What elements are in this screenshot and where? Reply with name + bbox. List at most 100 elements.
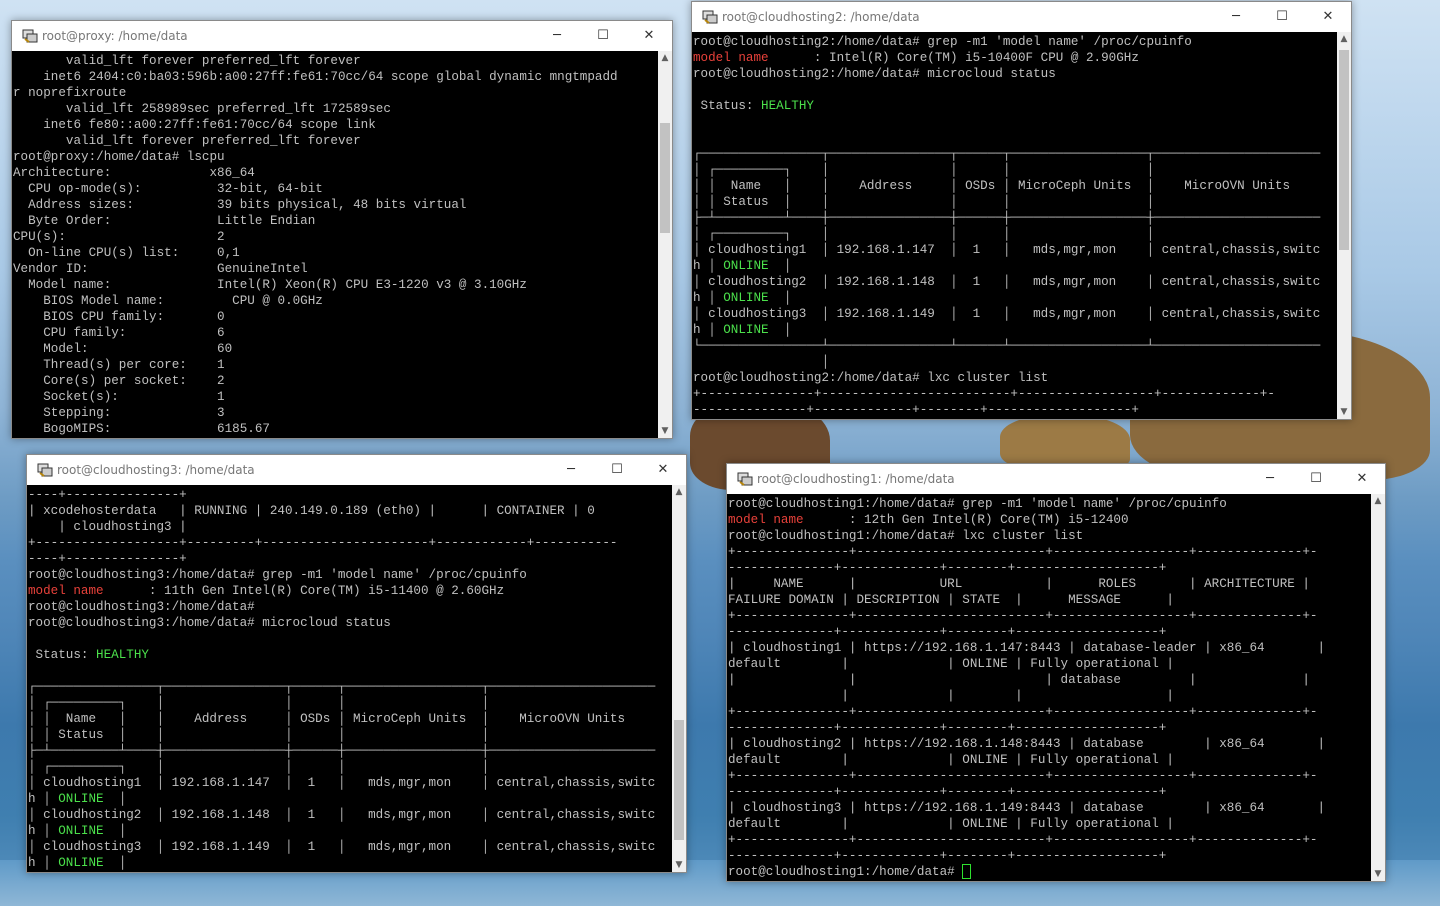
scroll-down-icon[interactable]: ▼ <box>1337 405 1351 419</box>
terminal-line: Status: HEALTHY <box>693 98 1337 114</box>
minimize-button[interactable]: ─ <box>1247 464 1293 494</box>
terminal-window-cloudhosting2[interactable]: root@cloudhosting2: /home/data ─ ☐ ✕ roo… <box>691 1 1352 420</box>
terminal-line: Vendor ID: GenuineIntel <box>13 261 658 277</box>
terminal-line: FAILURE DOMAIN | DESCRIPTION | STATE | M… <box>728 592 1371 608</box>
maximize-button[interactable]: ☐ <box>1293 464 1339 494</box>
close-button[interactable]: ✕ <box>1339 464 1385 494</box>
minimize-button[interactable]: ─ <box>548 455 594 485</box>
terminal-text: ├─┴─────────┴────┼────────────────┼─────… <box>28 744 656 758</box>
scrollbar-thumb[interactable] <box>660 123 670 233</box>
terminal-line: | xcodehosterdata | RUNNING | 240.149.0.… <box>28 503 672 519</box>
terminal-text: Model name: Intel(R) Xeon(R) CPU E3-1220… <box>13 278 527 292</box>
terminal-text: FAILURE DOMAIN | DESCRIPTION | STATE | M… <box>728 593 1174 607</box>
terminal-text: ├─┴─────────┴────┼────────────────┼─────… <box>693 211 1321 225</box>
terminal-text: │ cloudhosting3 │ 192.168.1.149 │ 1 │ md… <box>28 840 656 854</box>
terminal-text: root@cloudhosting1:/home/data# grep -m1 … <box>728 497 1227 511</box>
terminal-window-cloudhosting1[interactable]: root@cloudhosting1: /home/data ─ ☐ ✕ roo… <box>726 463 1386 882</box>
wallpaper-rock-mid <box>1000 415 1130 470</box>
scroll-up-icon[interactable]: ▲ <box>1371 494 1385 508</box>
scrollbar[interactable]: ▲ ▼ <box>658 51 672 438</box>
title-bar[interactable]: root@cloudhosting1: /home/data ─ ☐ ✕ <box>727 464 1385 494</box>
title-bar[interactable]: root@cloudhosting2: /home/data ─ ☐ ✕ <box>692 2 1351 32</box>
terminal-text: r noprefixroute <box>13 86 127 100</box>
terminal-text: Core(s) per socket: 2 <box>13 374 225 388</box>
maximize-button[interactable]: ☐ <box>1259 2 1305 32</box>
scrollbar[interactable]: ▲ ▼ <box>672 485 686 872</box>
scroll-up-icon[interactable]: ▲ <box>672 485 686 499</box>
terminal-line: │ │ Name │ │ Address │ OSDs │ MicroCeph … <box>693 178 1337 194</box>
terminal-line: h │ ONLINE │ <box>28 855 672 871</box>
terminal-text: │ │ Name │ │ Address │ OSDs │ MicroCeph … <box>693 179 1291 193</box>
terminal-text: h │ <box>693 323 724 337</box>
terminal-line: │ <box>693 354 1337 370</box>
terminal-line: │ ┌─────────┐ │ │ │ │ <box>28 759 672 775</box>
maximize-button[interactable]: ☐ <box>580 21 626 51</box>
terminal-line: Model: 60 <box>13 341 658 357</box>
terminal-line: ├─┴─────────┴────┼────────────────┼─────… <box>693 210 1337 226</box>
terminal-line: | cloudhosting2 | https://192.168.1.148:… <box>728 736 1371 752</box>
window-title: root@cloudhosting2: /home/data <box>722 10 920 24</box>
terminal-text: valid_lft forever preferred_lft forever <box>13 134 361 148</box>
terminal-line: │ cloudhosting3 │ 192.168.1.149 │ 1 │ md… <box>693 306 1337 322</box>
maximize-button[interactable]: ☐ <box>594 455 640 485</box>
minimize-button[interactable]: ─ <box>534 21 580 51</box>
terminal-line: root@cloudhosting1:/home/data# <box>728 864 1371 880</box>
terminal-text: h │ <box>693 259 724 273</box>
terminal-text: BIOS CPU family: 0 <box>13 310 225 324</box>
terminal-text: ┌────────────────┬────────────────┬─────… <box>693 147 1321 161</box>
terminal-line: h │ ONLINE │ <box>693 322 1337 338</box>
close-button[interactable]: ✕ <box>640 455 686 485</box>
terminal-line: +---------------+-----------------------… <box>728 704 1371 720</box>
terminal-output[interactable]: root@cloudhosting2:/home/data# grep -m1 … <box>692 32 1337 419</box>
terminal-output[interactable]: ----+---------------+ | xcodehosterdata |… <box>27 485 672 872</box>
terminal-text: --------------+-------------+--------+--… <box>728 849 1167 863</box>
terminal-window-cloudhosting3[interactable]: root@cloudhosting3: /home/data ─ ☐ ✕ ---… <box>26 454 687 873</box>
status-text: ONLINE <box>58 856 104 870</box>
terminal-text: --------------+-------------+--------+--… <box>728 721 1167 735</box>
close-button[interactable]: ✕ <box>626 21 672 51</box>
terminal-line: BIOS Model name: CPU @ 0.0GHz <box>13 293 658 309</box>
terminal-text: root@cloudhosting3:/home/data# <box>28 600 255 614</box>
terminal-text: CPU family: 6 <box>13 326 225 340</box>
terminal-text: │ ┌─────────┐ │ │ │ │ <box>28 760 490 774</box>
scroll-down-icon[interactable]: ▼ <box>658 424 672 438</box>
terminal-line: Byte Order: Little Endian <box>13 213 658 229</box>
terminal-text: Model: 60 <box>13 342 233 356</box>
terminal-text: root@cloudhosting1:/home/data# lxc clust… <box>728 529 1084 543</box>
scrollbar-thumb[interactable] <box>674 720 684 840</box>
scroll-up-icon[interactable]: ▲ <box>658 51 672 65</box>
scrollbar-thumb[interactable] <box>1339 50 1349 250</box>
terminal-window-proxy[interactable]: root@proxy: /home/data ─ ☐ ✕ valid_lft f… <box>11 20 673 439</box>
highlighted-text: model name <box>728 513 804 527</box>
terminal-text: Socket(s): 1 <box>13 390 225 404</box>
scroll-down-icon[interactable]: ▼ <box>1371 867 1385 881</box>
terminal-text: | NAME | URL | ROLES | ARCHITECTURE | <box>728 577 1310 591</box>
highlighted-text: model name <box>28 584 104 598</box>
terminal-text: Status: <box>693 99 762 113</box>
terminal-text: | | | | <box>728 689 1174 703</box>
terminal-output[interactable]: valid_lft forever preferred_lft forever … <box>12 51 658 438</box>
terminal-text: root@cloudhosting2:/home/data# grep -m1 … <box>693 35 1192 49</box>
status-text: ONLINE <box>723 259 769 273</box>
scrollbar[interactable]: ▲ ▼ <box>1337 32 1351 419</box>
terminal-line: │ cloudhosting3 │ 192.168.1.149 │ 1 │ md… <box>28 839 672 855</box>
terminal-text: | cloudhosting3 | https://192.168.1.149:… <box>728 801 1326 815</box>
scroll-down-icon[interactable]: ▼ <box>672 858 686 872</box>
terminal-text: +---------------+-----------------------… <box>693 387 1275 401</box>
terminal-line: │ cloudhosting1 │ 192.168.1.147 │ 1 │ md… <box>28 775 672 791</box>
terminal-line: h │ ONLINE │ <box>693 258 1337 274</box>
terminal-text: +---------------+-----------------------… <box>728 545 1318 559</box>
terminal-output[interactable]: root@cloudhosting1:/home/data# grep -m1 … <box>727 494 1371 881</box>
terminal-line: CPU op-mode(s): 32-bit, 64-bit <box>13 181 658 197</box>
terminal-text: root@proxy:/home/data# lscpu <box>13 150 225 164</box>
scrollbar[interactable]: ▲ ▼ <box>1371 494 1385 881</box>
scroll-up-icon[interactable]: ▲ <box>1337 32 1351 46</box>
terminal-line: root@cloudhosting1:/home/data# lxc clust… <box>728 528 1371 544</box>
title-bar[interactable]: root@cloudhosting3: /home/data ─ ☐ ✕ <box>27 455 686 485</box>
title-bar[interactable]: root@proxy: /home/data ─ ☐ ✕ <box>12 21 672 51</box>
terminal-line: +---------------+-----------------------… <box>693 386 1337 402</box>
close-button[interactable]: ✕ <box>1305 2 1351 32</box>
minimize-button[interactable]: ─ <box>1213 2 1259 32</box>
terminal-line: | cloudhosting3 | https://192.168.1.149:… <box>728 800 1371 816</box>
terminal-line: valid_lft forever preferred_lft forever <box>13 53 658 69</box>
